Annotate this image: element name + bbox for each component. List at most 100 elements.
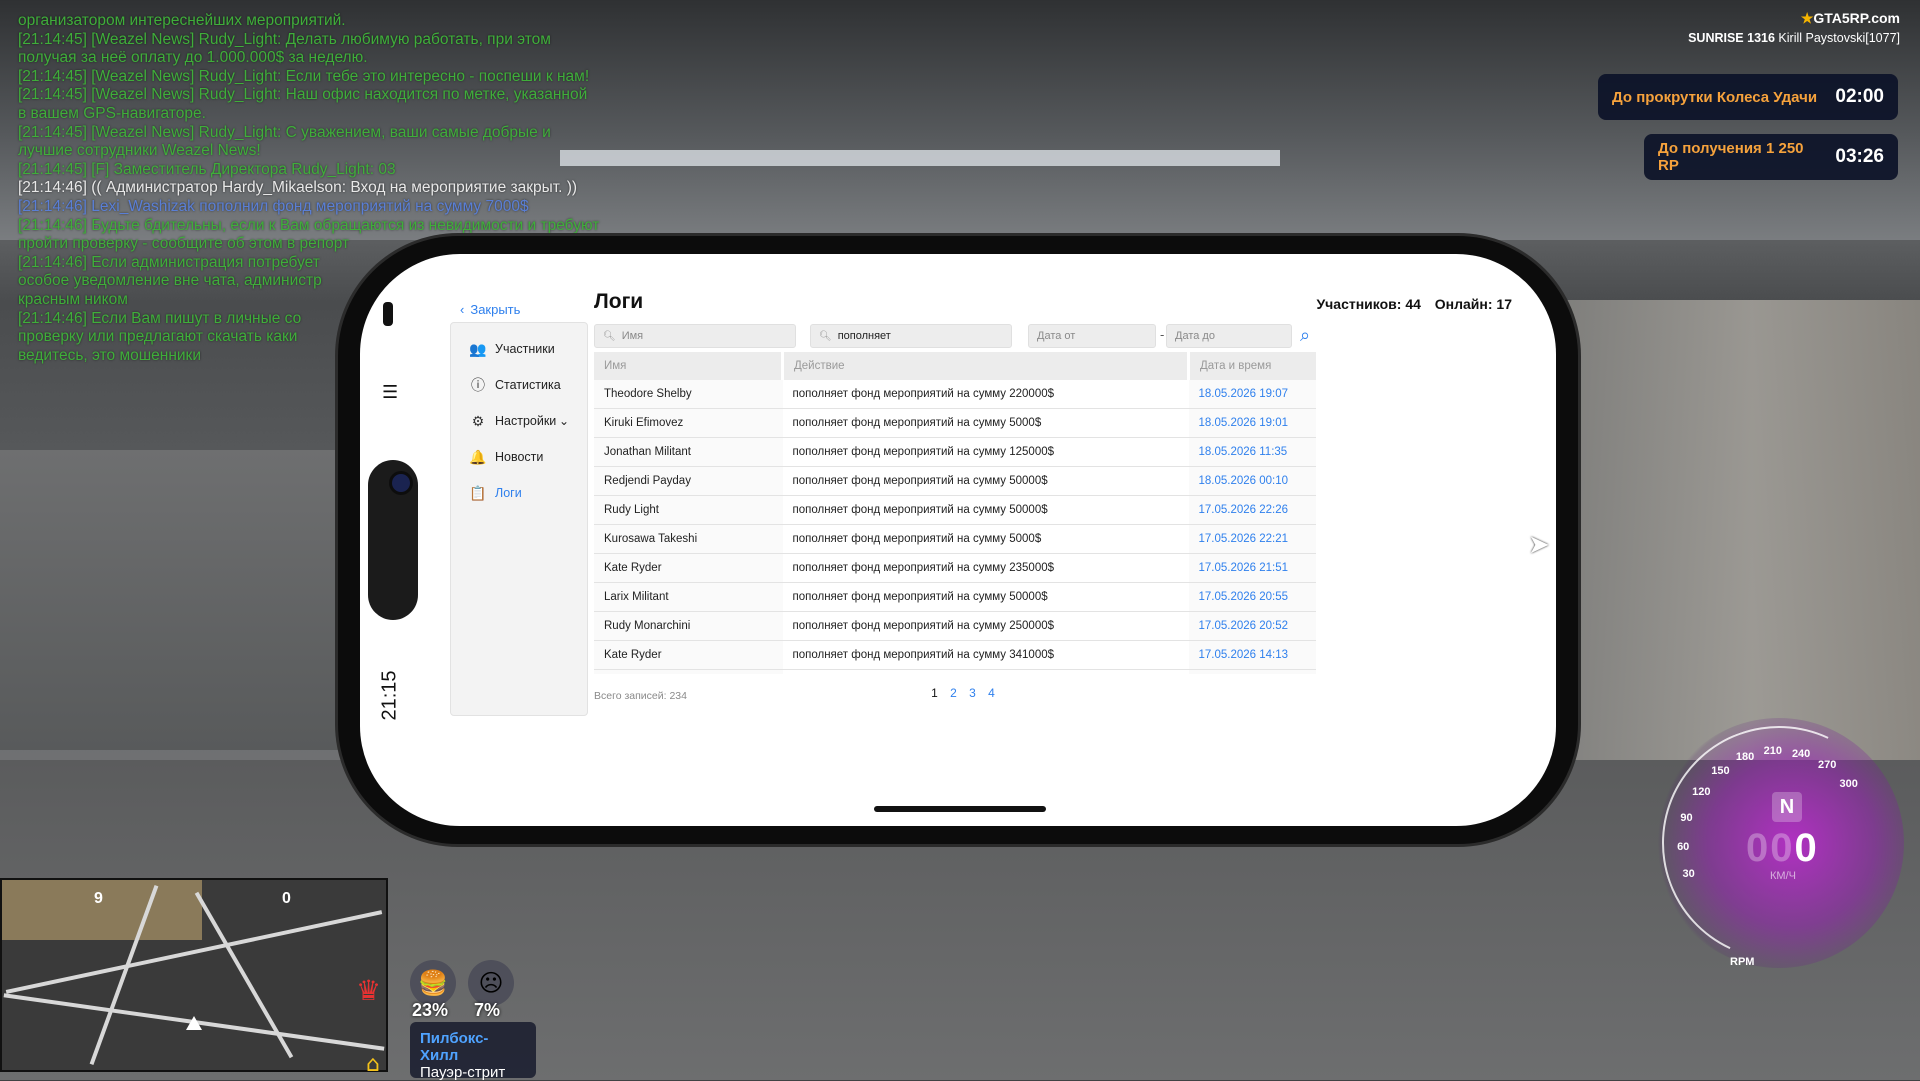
sidebar-item-3[interactable]: 🔔 Новости [451, 439, 587, 475]
camera-icon [392, 474, 410, 492]
cell-name: Kurosawa Takeshi [594, 524, 783, 554]
sidebar-item-label: Участники [495, 342, 555, 356]
sidebar-item-1[interactable]: ⓘ Статистика [451, 367, 587, 403]
speed-tick-label: 90 [1680, 812, 1693, 825]
speed-unit: КМ/Ч [1770, 870, 1796, 882]
table-row: Jonathan Militant пополняет фонд мероприя… [594, 437, 1316, 467]
mood-value: 7% [474, 1000, 501, 1020]
sidebar-item-label: Новости [495, 450, 544, 464]
chat-message: организатором интереснейших мероприятий. [18, 12, 346, 29]
location-street: Пауэр-стрит [420, 1064, 506, 1081]
table-header: Имя Действие Дата и время [594, 352, 1316, 380]
cell-name: Redjendi Payday [594, 466, 783, 496]
chevron-left-icon: ‹ [460, 302, 465, 317]
server-info: SUNRISE 1316 Kirill Paystovski[1077] [1688, 31, 1900, 45]
column-header-datetime: Дата и время [1188, 352, 1316, 380]
cell-datetime: 17.05.2026 14:13 [1188, 640, 1316, 670]
chat-message: [21:14:46] Lexi_Washizak пополнил фонд м… [18, 197, 529, 215]
battery-icon [383, 302, 393, 326]
dynamic-island [368, 460, 418, 620]
date-separator: - [1160, 328, 1165, 342]
hunger-value: 23% [412, 1000, 449, 1020]
page-link[interactable]: 2 [944, 686, 963, 700]
logs-table: Имя Действие Дата и время Theodore Shelb… [594, 352, 1316, 674]
cell-name: Kate Ryder [594, 669, 783, 674]
cell-name: Theodore Shelby [594, 380, 783, 409]
speed-tick-label: 300 [1839, 777, 1858, 790]
minimap-marker-number: 0 [282, 890, 291, 907]
cell-datetime: 17.05.2026 12:29 [1188, 669, 1316, 674]
scene-left-wall [0, 450, 340, 750]
cell-datetime: 18.05.2026 19:07 [1188, 380, 1316, 409]
table-row: Rudy Light пополняет фонд мероприятий на … [594, 495, 1316, 525]
speed-tick-label: 120 [1692, 786, 1711, 799]
cell-action: пополняет фонд мероприятий на сумму 5000… [782, 408, 1189, 438]
date-from-input[interactable]: Дата от [1028, 324, 1156, 348]
cell-name: Kate Ryder [594, 553, 783, 583]
sidebar-item-label: Настройки [495, 414, 557, 428]
search-button[interactable]: ⌕ [1300, 325, 1310, 346]
sidebar-item-4[interactable]: 📋 Логи [451, 475, 587, 511]
table-row: Rudy Monarchini пополняет фонд мероприяти… [594, 611, 1316, 641]
info-icon: ⓘ [471, 377, 485, 393]
page-link[interactable]: 1 [925, 686, 944, 700]
table-row: Kate Ryderпополняет фонд мероприятий на … [594, 640, 1316, 670]
table-row: Kurosawa Takeshi пополняет фонд мероприят… [594, 524, 1316, 554]
members-count: Участников: 44 [1316, 296, 1421, 312]
action-filter-input[interactable]: 🔍︎ пополняет [810, 324, 1012, 348]
star-icon: ★ [1800, 10, 1814, 26]
cell-action: пополняет фонд мероприятий на сумму 5000… [782, 524, 1189, 554]
chat-message: получая за неё оплату до 1.000.000$ за н… [18, 49, 368, 67]
minimap: 9 0 [0, 878, 388, 1072]
speed-tick-label: 240 [1791, 747, 1811, 760]
pagination: 1234 [925, 686, 1001, 700]
sidebar-item-2[interactable]: ⚙ Настройки ⌄ [451, 403, 587, 439]
bell-icon: 🔔 [469, 448, 487, 465]
chat-message: [21:14:46] (( Администратор Hardy_Mikael… [18, 179, 578, 197]
cell-action: пополняет фонд мероприятий на сумму 2200… [782, 380, 1189, 409]
online-count: Онлайн: 17 [1434, 296, 1512, 312]
table-row: Kate Ryderпополняет фонд мероприятий на … [594, 553, 1316, 583]
cell-action: пополняет фонд мероприятий на сумму 5000… [782, 466, 1189, 496]
users-icon: 👥 [469, 340, 487, 357]
mouse-cursor-icon: ➤ [1528, 530, 1550, 560]
sidebar-item-0[interactable]: 👥 Участники [451, 331, 587, 367]
house-icon: ⌂ [366, 1052, 380, 1077]
location-area: Пилбокс-Хилл [420, 1030, 489, 1064]
cell-datetime: 18.05.2026 11:35 [1188, 437, 1316, 467]
cell-datetime: 17.05.2026 22:26 [1188, 495, 1316, 525]
phone-clock: 21:15 [378, 670, 401, 721]
member-stats: Участников: 44 Онлайн: 17 [1306, 296, 1512, 312]
sidebar-item-label: Логи [495, 486, 522, 500]
cell-name: Jonathan Militant [594, 437, 783, 467]
table-row: Larix Militant пополняет фонд мероприятий… [594, 582, 1316, 612]
cell-action: пополняет фонд мероприятий на сумму 2350… [782, 553, 1189, 583]
cell-action: пополняет фонд мероприятий на сумму 1250… [782, 437, 1189, 467]
chat-message: [21:14:45] [Weazel News] Rudy_Light: Наш… [18, 86, 588, 104]
signal-icon: ☰ [382, 382, 399, 403]
name-filter-input[interactable]: 🔍︎ Имя [594, 324, 796, 348]
search-icon: 🔍︎ [603, 330, 616, 342]
gear-indicator: N [1772, 792, 1802, 822]
speed-tick-label: 270 [1818, 759, 1837, 772]
chat-message: [21:14:45] [Weazel News] Rudy_Light: С у… [18, 123, 551, 141]
chat-message: в вашем GPS-навигаторе. [18, 104, 206, 122]
date-to-input[interactable]: Дата до [1166, 324, 1292, 348]
speed-tick-label: 30 [1682, 868, 1695, 881]
page-link[interactable]: 4 [982, 686, 1001, 700]
home-indicator[interactable] [874, 806, 1046, 812]
minimap-zone [2, 880, 202, 940]
cell-datetime: 17.05.2026 21:51 [1188, 553, 1316, 583]
brand-logo: ★GTA5RP.com [1800, 10, 1900, 26]
player-arrow-icon [186, 1016, 202, 1030]
table-row: Redjendi Payday пополняет фонд мероприяти… [594, 466, 1316, 496]
table-row: Kiruki Efimovez пополняет фонд мероприяти… [594, 408, 1316, 438]
cell-datetime: 17.05.2026 20:55 [1188, 582, 1316, 612]
page-link[interactable]: 3 [963, 686, 982, 700]
cell-datetime: 18.05.2026 19:01 [1188, 408, 1316, 438]
location-panel: Пилбокс-Хилл Пауэр-стрит [410, 1022, 536, 1081]
column-header-name: Имя [594, 352, 783, 380]
close-button[interactable]: ‹ Закрыть [460, 302, 520, 317]
cell-name: Rudy Light [594, 495, 783, 525]
rpm-label: RPM [1730, 956, 1755, 968]
